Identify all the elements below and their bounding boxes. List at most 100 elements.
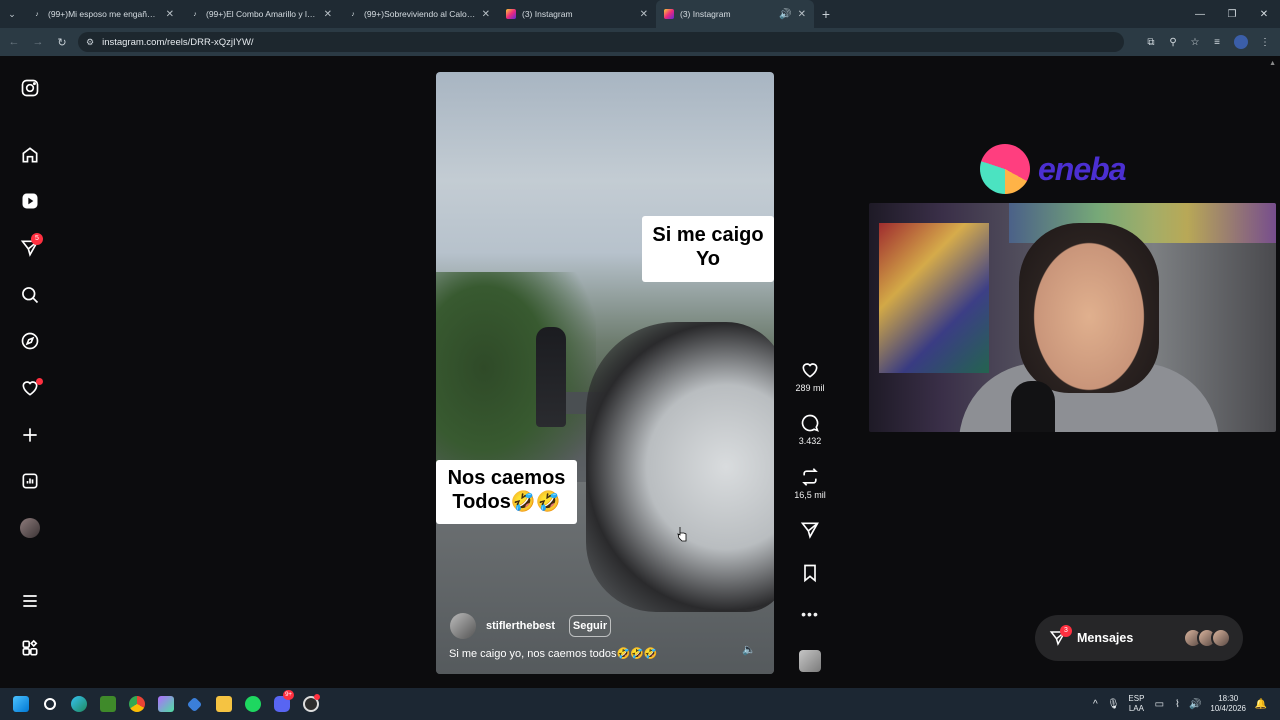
notifications-heart-icon[interactable] xyxy=(18,376,43,400)
messages-button[interactable]: 3 Mensajes xyxy=(1035,615,1243,661)
tray-overflow-icon[interactable]: ^ xyxy=(1086,699,1104,710)
edge-icon[interactable] xyxy=(64,688,93,720)
reel-video[interactable]: Si me caigo Yo Nos caemos Todos🤣🤣 stifle… xyxy=(436,72,774,674)
address-bar[interactable]: ⚙ instagram.com/reels/DRR-xQzjIYW/ xyxy=(78,32,1124,52)
instagram-logo-icon[interactable] xyxy=(18,76,42,100)
close-tab-icon[interactable]: ✕ xyxy=(798,9,806,20)
contact-avatar xyxy=(1211,628,1231,648)
taskbar-search-icon[interactable] xyxy=(35,688,64,720)
speaker-icon[interactable]: 🔊 xyxy=(779,9,791,20)
browser-tab[interactable]: ♪ (99+)El Combo Amarillo y la Ne ✕ xyxy=(182,0,340,28)
input-language[interactable]: ESP LAA xyxy=(1128,694,1144,714)
also-from-meta-icon[interactable] xyxy=(18,636,42,660)
menu-kebab-icon[interactable]: ⋮ xyxy=(1254,37,1276,48)
reels-icon[interactable] xyxy=(18,189,42,213)
reel-author[interactable]: stiflerthebest xyxy=(450,613,555,639)
webcam-overlay xyxy=(869,203,1276,432)
more-options-icon[interactable]: ••• xyxy=(790,606,830,622)
close-window-icon[interactable]: ✕ xyxy=(1248,0,1280,28)
clock-time: 18:30 xyxy=(1218,694,1239,703)
tiktok-icon: ♪ xyxy=(351,10,355,18)
comment-button[interactable]: 3.432 xyxy=(790,413,830,446)
close-tab-icon[interactable]: ✕ xyxy=(640,9,648,20)
video-scene-motorcycle xyxy=(586,322,774,612)
discord-badge: 9+ xyxy=(283,690,294,700)
close-tab-icon[interactable]: ✕ xyxy=(166,9,174,20)
profile-avatar[interactable] xyxy=(1234,35,1248,49)
dashboard-icon[interactable] xyxy=(18,469,42,493)
new-tab-button[interactable]: + xyxy=(814,6,838,22)
share-button[interactable] xyxy=(790,520,830,540)
tab-search-button[interactable]: ⌄ xyxy=(0,0,24,28)
save-button[interactable] xyxy=(790,563,830,583)
reload-icon[interactable]: ↻ xyxy=(50,36,74,49)
volume-icon[interactable]: 🔊 xyxy=(1186,699,1204,710)
notification-bell-icon[interactable]: 🔔 xyxy=(1252,699,1270,710)
sponsor-name: eneba xyxy=(1038,150,1126,187)
install-app-icon[interactable]: ⧉ xyxy=(1140,37,1162,48)
microphone-icon[interactable]: 🎙 xyxy=(1104,699,1122,710)
home-icon[interactable] xyxy=(18,143,42,167)
follow-button[interactable]: Seguir xyxy=(569,615,611,637)
chrome-icon[interactable] xyxy=(122,688,151,720)
author-username[interactable]: stiflerthebest xyxy=(486,620,555,632)
profile-avatar[interactable] xyxy=(18,516,42,540)
spotify-icon[interactable] xyxy=(238,688,267,720)
messages-count-badge: 5 xyxy=(31,233,43,245)
eneba-logo-icon xyxy=(980,144,1030,194)
scroll-up-arrow-icon[interactable]: ▲ xyxy=(1269,60,1276,67)
restore-icon[interactable]: ❐ xyxy=(1216,0,1248,28)
file-explorer-icon[interactable] xyxy=(209,688,238,720)
audio-cover-image xyxy=(799,650,821,672)
windows-start-icon[interactable] xyxy=(6,688,35,720)
close-tab-icon[interactable]: ✕ xyxy=(324,9,332,20)
back-icon[interactable]: ← xyxy=(2,36,26,48)
dev-tool-icon[interactable] xyxy=(180,688,209,720)
browser-tab-active[interactable]: (3) Instagram 🔊 ✕ xyxy=(656,0,814,28)
media-controls-icon[interactable]: ≡ xyxy=(1206,37,1228,48)
speaker-icon[interactable]: 🔈 xyxy=(742,643,756,656)
recording-dot xyxy=(314,694,320,700)
repost-icon xyxy=(802,468,818,486)
webcam-person-head xyxy=(1019,223,1159,393)
like-button[interactable]: 289 mil xyxy=(790,360,830,393)
explore-compass-icon[interactable] xyxy=(18,329,42,353)
site-info-icon[interactable]: ⚙ xyxy=(86,37,94,48)
tab-title: (99+)El Combo Amarillo y la Ne xyxy=(206,9,318,19)
create-plus-icon[interactable] xyxy=(18,423,42,447)
repost-button[interactable]: 16,5 mil xyxy=(790,467,830,500)
obs-icon[interactable] xyxy=(296,688,325,720)
audio-thumbnail[interactable] xyxy=(790,650,830,672)
close-tab-icon[interactable]: ✕ xyxy=(482,9,490,20)
minecraft-icon[interactable] xyxy=(93,688,122,720)
reel-caption[interactable]: Si me caigo yo, nos caemos todos🤣🤣🤣 xyxy=(449,647,658,660)
minimize-icon[interactable]: — xyxy=(1184,0,1216,28)
send-share-icon xyxy=(800,522,819,539)
game-launcher-icon[interactable] xyxy=(151,688,180,720)
messages-label: Mensajes xyxy=(1077,631,1134,645)
browser-tab[interactable]: (3) Instagram ✕ xyxy=(498,0,656,28)
display-icon[interactable]: ▭ xyxy=(1150,699,1168,710)
discord-icon[interactable]: 9+ xyxy=(267,688,296,720)
tab-title: (99+)Sobreviviendo al Calor: Un xyxy=(364,9,476,19)
more-menu-icon[interactable] xyxy=(18,589,42,613)
author-avatar[interactable] xyxy=(450,613,476,639)
tiktok-icon: ♪ xyxy=(35,10,39,18)
toolbar-actions: ⧉ ⚲ ☆ ≡ ⋮ xyxy=(1140,28,1276,56)
network-icon[interactable]: ⌇ xyxy=(1168,699,1186,710)
browser-tab[interactable]: ♪ (99+)Mi esposo me engañó con ✕ xyxy=(24,0,182,28)
browser-tab[interactable]: ♪ (99+)Sobreviviendo al Calor: Un ✕ xyxy=(340,0,498,28)
tab-title: (3) Instagram xyxy=(680,9,731,19)
bookmark-star-icon[interactable]: ☆ xyxy=(1184,37,1206,48)
browser-toolbar: ← → ↻ ⚙ instagram.com/reels/DRR-xQzjIYW/… xyxy=(0,28,1280,56)
video-scene-rider xyxy=(536,327,566,427)
search-icon[interactable] xyxy=(18,283,42,307)
forward-icon[interactable]: → xyxy=(26,36,50,48)
clock[interactable]: 18:30 10/4/2026 xyxy=(1210,694,1246,714)
user-avatar xyxy=(20,518,40,538)
recent-contacts xyxy=(1183,628,1231,648)
zoom-icon[interactable]: ⚲ xyxy=(1162,37,1184,48)
like-count: 289 mil xyxy=(795,383,825,393)
direct-messages-icon[interactable]: 5 xyxy=(18,233,43,260)
url-text[interactable]: instagram.com/reels/DRR-xQzjIYW/ xyxy=(102,37,254,48)
